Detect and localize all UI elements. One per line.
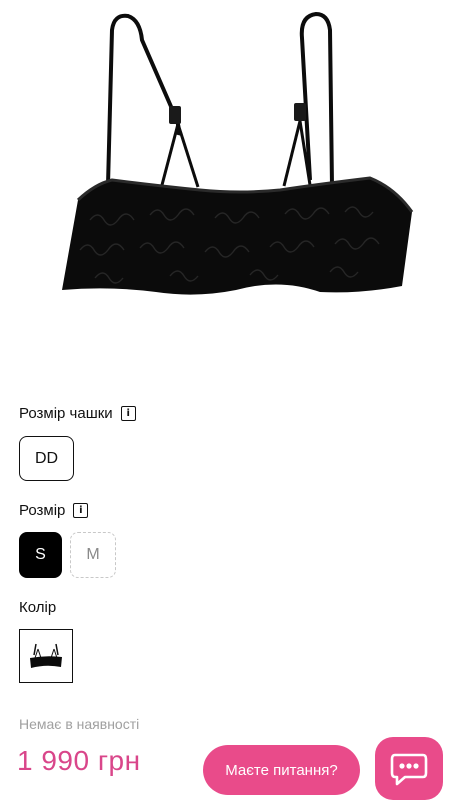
chat-question-label: Маєте питання? — [225, 761, 338, 779]
color-label: Колір — [19, 599, 57, 616]
chat-open-button[interactable] — [375, 737, 443, 800]
availability-status: Немає в наявності — [19, 716, 140, 732]
bra-thumbnail-icon — [30, 643, 62, 668]
size-label: Розмір — [19, 502, 66, 519]
product-image — [0, 0, 472, 350]
bra-illustration — [62, 11, 414, 295]
cup-size-label-row: Розмір чашки i — [19, 405, 136, 422]
cup-size-info-icon[interactable]: i — [120, 406, 136, 421]
size-option-s[interactable]: S — [19, 532, 62, 578]
cup-size-option-dd[interactable]: DD — [19, 436, 74, 481]
size-label-row: Розмір i — [19, 502, 89, 519]
color-swatch-black[interactable] — [19, 629, 73, 683]
cup-size-label: Розмір чашки — [19, 405, 113, 422]
size-option-m[interactable]: M — [70, 532, 116, 578]
size-info-icon[interactable]: i — [73, 503, 89, 518]
product-price: 1 990 грн — [17, 745, 141, 776]
chat-question-button[interactable]: Маєте питання? — [203, 745, 360, 795]
color-label-row: Колір — [19, 599, 56, 616]
chat-bubble-icon — [390, 753, 428, 785]
